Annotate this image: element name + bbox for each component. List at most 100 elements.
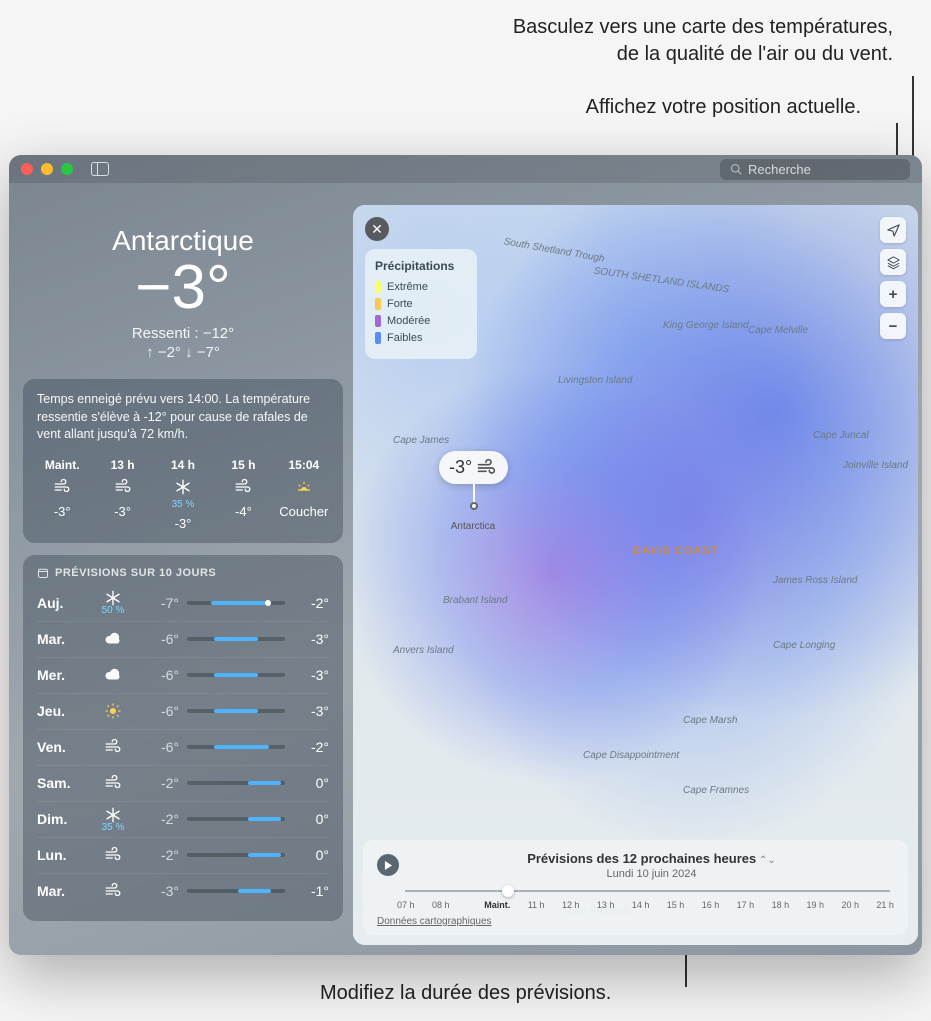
legend-row: Faibles — [375, 332, 467, 344]
wind-icon — [91, 738, 135, 756]
timeline-tick: 21 h — [876, 900, 894, 910]
day-name: Mer. — [37, 667, 83, 683]
callout-locate: Affichez votre position actuelle. — [586, 94, 861, 121]
current-temp: −3° — [23, 257, 343, 319]
search-icon — [730, 163, 742, 175]
minimize-window-button[interactable] — [41, 163, 53, 175]
day-row[interactable]: Jeu. -6° -3° — [37, 693, 329, 729]
day-name: Ven. — [37, 739, 83, 755]
temp-range-bar — [187, 781, 285, 785]
zoom-in-button[interactable]: + — [880, 281, 906, 307]
timeline-knob[interactable] — [502, 885, 514, 897]
snow-icon: 35 % — [91, 805, 135, 832]
hour-value: -3° — [37, 504, 87, 519]
location-pin[interactable]: -3° — [439, 451, 508, 484]
day-name: Mar. — [37, 883, 83, 899]
traffic-lights — [21, 163, 73, 175]
day-prob: 35 % — [91, 822, 135, 833]
day-row[interactable]: Lun. -2° 0° — [37, 837, 329, 873]
locate-button[interactable] — [880, 217, 906, 243]
map-place-label: Cape Juncal — [813, 430, 869, 441]
timeline-tick: 14 h — [632, 900, 650, 910]
hi-lo-temp: ↑ −2° ↓ −7° — [23, 344, 343, 361]
timeline-ticks: 07 h08 hMaint.11 h12 h13 h14 h15 h16 h17… — [397, 900, 894, 910]
day-low: -2° — [143, 775, 179, 791]
day-low: -6° — [143, 703, 179, 719]
sun-icon — [91, 702, 135, 720]
hour-col[interactable]: 13 h -3° — [97, 458, 147, 531]
timeline-title: Prévisions des 12 prochaines heures — [527, 851, 756, 866]
timeline-tick: 12 h — [562, 900, 580, 910]
hourly-card[interactable]: Temps enneigé prévu vers 14:00. La tempé… — [23, 379, 343, 543]
hour-col[interactable]: 15 h -4° — [218, 458, 268, 531]
day-prob: 50 % — [91, 605, 135, 616]
hour-label: Maint. — [37, 458, 87, 472]
zoom-out-button[interactable]: − — [880, 313, 906, 339]
tenday-header: PRÉVISIONS SUR 10 JOURS — [37, 567, 329, 579]
hour-col[interactable]: 14 h 35 % -3° — [158, 458, 208, 531]
sunset-icon — [279, 476, 329, 498]
hour-col[interactable]: 15:04 Coucher — [279, 458, 329, 531]
hour-label: 15:04 — [279, 458, 329, 472]
timeline-slider[interactable] — [405, 890, 890, 892]
day-low: -2° — [143, 811, 179, 827]
tenday-card[interactable]: PRÉVISIONS SUR 10 JOURS Auj. 50 % -7° -2… — [23, 555, 343, 921]
day-high: -3° — [293, 703, 329, 719]
day-row[interactable]: Auj. 50 % -7° -2° — [37, 585, 329, 621]
timeline-tick: 11 h — [528, 900, 545, 910]
day-name: Mar. — [37, 631, 83, 647]
app-window: Recherche Antarctique −3° Ressenti : −12… — [9, 155, 922, 955]
day-row[interactable]: Ven. -6° -2° — [37, 729, 329, 765]
maximize-window-button[interactable] — [61, 163, 73, 175]
forecast-duration-picker[interactable]: Prévisions des 12 prochaines heures ⌃⌄ — [409, 850, 894, 868]
day-high: -2° — [293, 595, 329, 611]
map-pane[interactable]: SOUTH SHETLAND ISLANDSSouth Shetland Tro… — [353, 205, 918, 945]
timeline-tick: 19 h — [807, 900, 825, 910]
play-button[interactable] — [377, 854, 399, 876]
day-row[interactable]: Sam. -2° 0° — [37, 765, 329, 801]
hour-value: -4° — [218, 504, 268, 519]
toggle-sidebar-button[interactable] — [91, 162, 109, 176]
wind-icon — [97, 476, 147, 498]
map-place-label: Cape James — [393, 435, 449, 446]
close-window-button[interactable] — [21, 163, 33, 175]
day-name: Auj. — [37, 595, 83, 611]
timeline-tick: 20 h — [841, 900, 859, 910]
feels-like: Ressenti : −12° — [23, 325, 343, 342]
timeline-tick: 18 h — [772, 900, 790, 910]
temp-range-bar — [187, 709, 285, 713]
hourly-summary: Temps enneigé prévu vers 14:00. La tempé… — [37, 391, 329, 444]
play-icon — [384, 861, 393, 870]
hour-col[interactable]: Maint. -3° — [37, 458, 87, 531]
day-row[interactable]: Dim. 35 % -2° 0° — [37, 801, 329, 837]
map-place-label: DAVIS COAST — [633, 545, 718, 557]
pin-temp: -3° — [449, 457, 472, 478]
hour-label: 14 h — [158, 458, 208, 472]
map-legend: Précipitations Extrême Forte Modérée Fai… — [365, 249, 477, 359]
legend-row: Extrême — [375, 281, 467, 293]
day-row[interactable]: Mar. -3° -1° — [37, 873, 329, 909]
hour-prob: 35 % — [158, 499, 208, 510]
left-pane: Antarctique −3° Ressenti : −12° ↑ −2° ↓ … — [23, 195, 343, 921]
day-high: 0° — [293, 775, 329, 791]
snow-icon: 50 % — [91, 589, 135, 616]
hour-label: 15 h — [218, 458, 268, 472]
day-name: Lun. — [37, 847, 83, 863]
map-place-label: Livingston Island — [558, 375, 633, 386]
timeline-tick: 13 h — [597, 900, 615, 910]
layers-button[interactable] — [880, 249, 906, 275]
timeline-tick: 16 h — [702, 900, 720, 910]
legend-row: Forte — [375, 298, 467, 310]
map-place-label: Cape Longing — [773, 640, 835, 651]
legend-label: Faibles — [387, 332, 422, 344]
map-place-label: Cape Framnes — [683, 785, 749, 796]
close-map-button[interactable]: ✕ — [365, 217, 389, 241]
map-data-link[interactable]: Données cartographiques — [377, 916, 894, 927]
day-row[interactable]: Mar. -6° -3° — [37, 621, 329, 657]
hour-value: -3° — [97, 504, 147, 519]
search-input[interactable]: Recherche — [720, 159, 910, 180]
day-row[interactable]: Mer. -6° -3° — [37, 657, 329, 693]
day-high: 0° — [293, 847, 329, 863]
day-low: -7° — [143, 595, 179, 611]
day-high: -3° — [293, 667, 329, 683]
